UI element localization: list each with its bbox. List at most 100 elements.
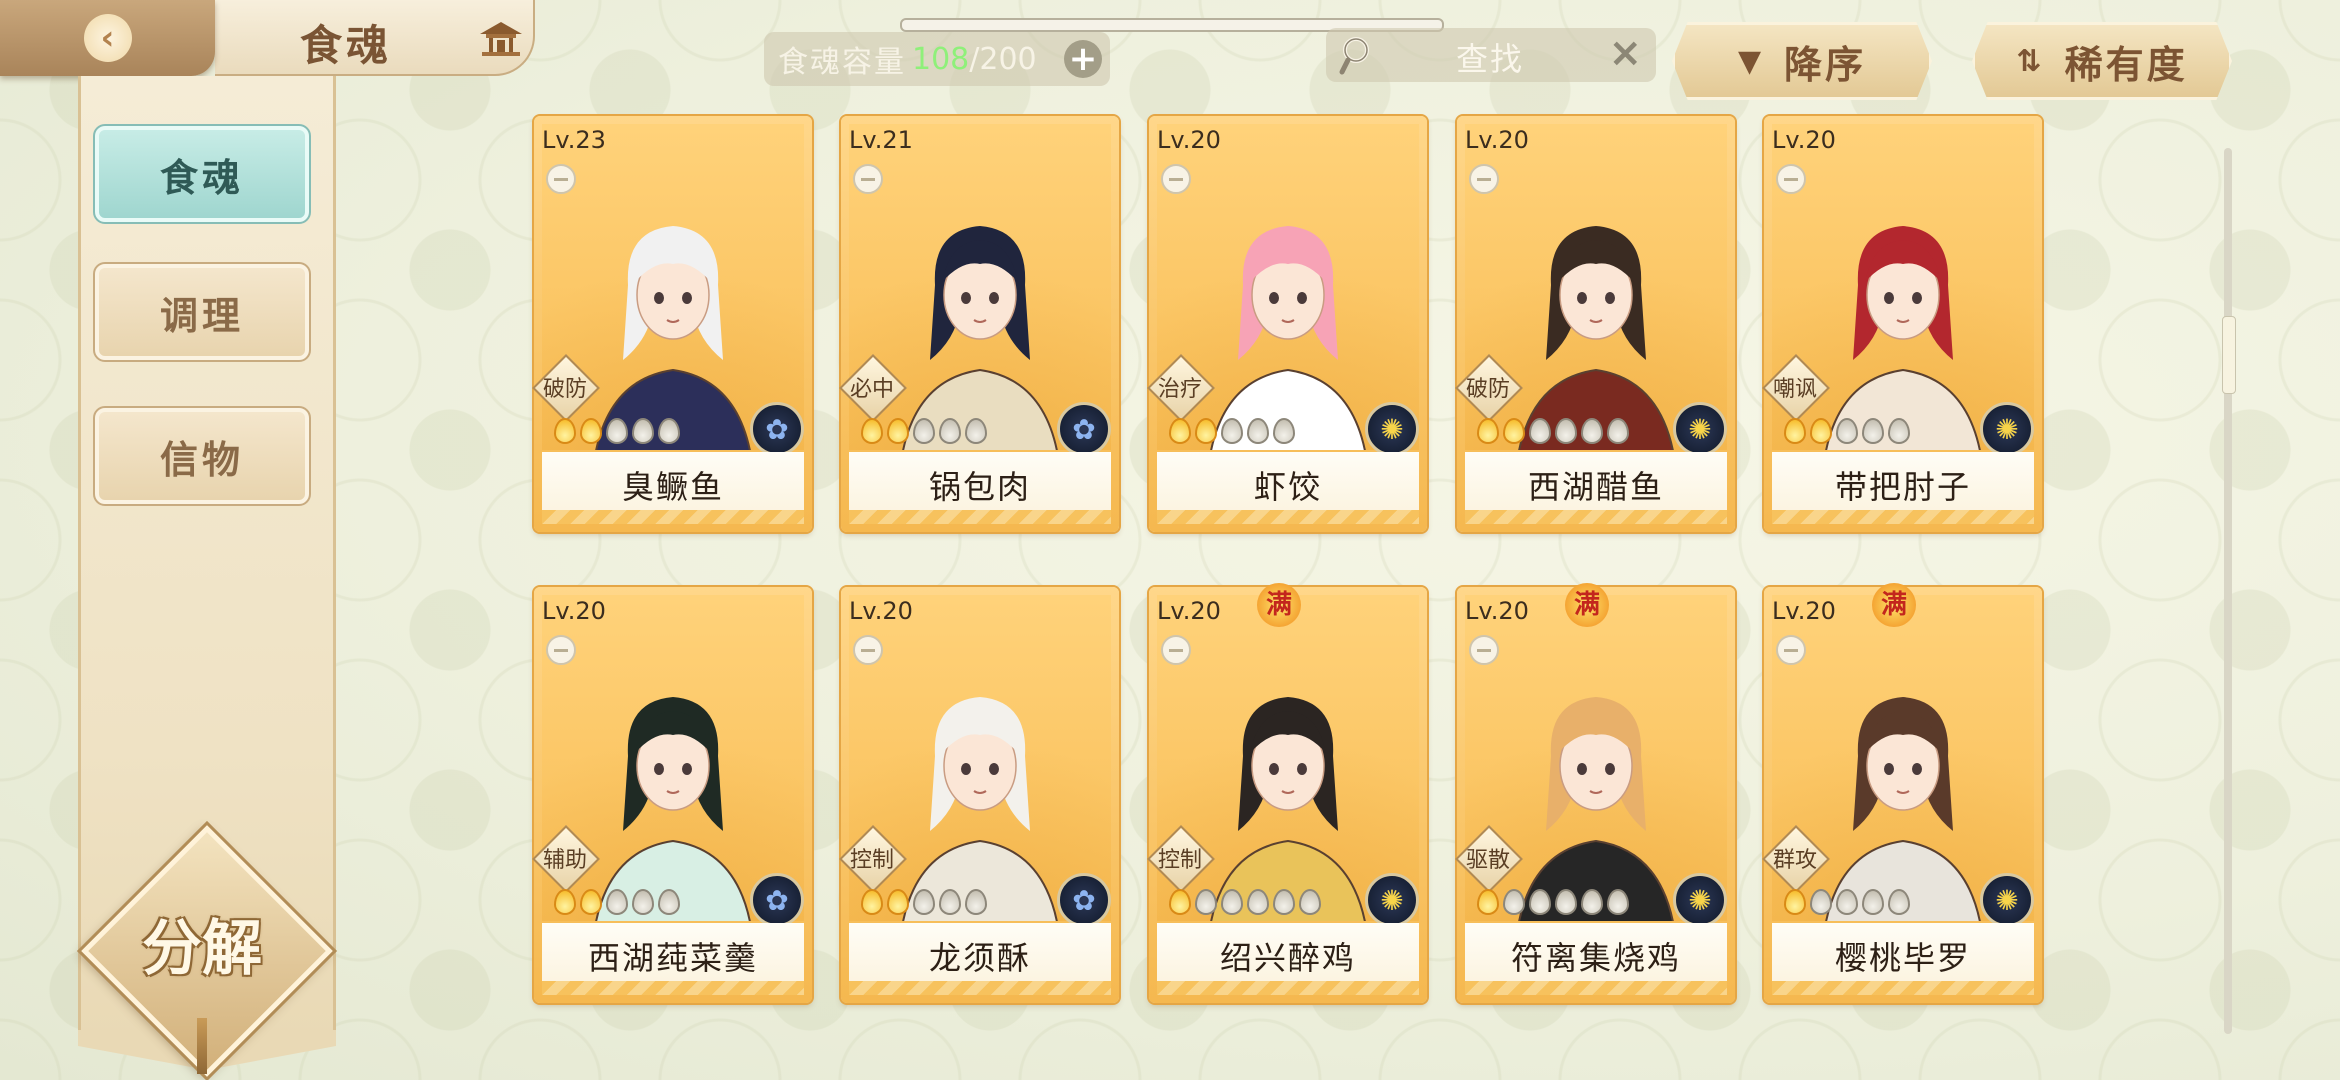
name-bar: 虾饺 [1157, 452, 1419, 524]
sidebar-item-label: 调理 [159, 292, 244, 338]
food-soul-name: 锅包肉 [928, 468, 1031, 506]
star-filled-icon [1784, 418, 1806, 444]
close-icon[interactable]: × [1608, 30, 1642, 76]
star-empty-icon [1529, 418, 1551, 444]
sort-order-label: 降序 [1784, 42, 1867, 87]
food-soul-card[interactable]: Lv.20 治疗 ✺ 虾饺 [1147, 116, 1427, 532]
food-soul-name: 带把肘子 [1834, 468, 1971, 506]
star-filled-icon [887, 418, 909, 444]
sidebar-item-conditioning[interactable]: 调理 [93, 262, 311, 362]
character-portrait [1210, 226, 1366, 450]
level-label: Lv.20 [1465, 597, 1529, 625]
star-filled-icon [1477, 418, 1499, 444]
sort-rarity-button[interactable]: ⇅ 稀有度 [1972, 22, 2232, 100]
sidebar-item-food-souls[interactable]: 食魂 [93, 124, 311, 224]
swap-arrows-icon: ⇅ [2016, 43, 2045, 79]
level-label: Lv.20 [1157, 126, 1221, 154]
search-input[interactable]: 查找 [1456, 34, 1524, 80]
star-rating [1477, 418, 1629, 446]
star-rating [861, 418, 987, 446]
role-label: 控制 [1157, 848, 1202, 873]
star-empty-icon [1836, 889, 1858, 915]
star-empty-icon [1273, 418, 1295, 444]
role-badge: 嘲讽 [1762, 354, 1830, 422]
role-badge: 治疗 [1147, 354, 1215, 422]
food-soul-card[interactable]: Lv.20 嘲讽 ✺ 带把肘子 [1762, 116, 2042, 532]
equipment-slot-icon [1776, 164, 1806, 194]
sort-rarity-label: 稀有度 [2064, 42, 2188, 87]
food-soul-card[interactable]: Lv.20 满 控制 ✺ 绍兴醉鸡 [1147, 583, 1427, 1003]
pavilion-icon[interactable] [478, 18, 524, 58]
back-button[interactable]: ‹ [0, 0, 215, 76]
food-soul-card[interactable]: Lv.20 满 驱散 ✺ 符离集烧鸡 [1455, 583, 1735, 1003]
level-label: Lv.23 [542, 126, 606, 154]
sun-element-icon: ✺ [1980, 402, 2034, 456]
role-label: 破防 [1465, 377, 1510, 402]
star-empty-icon [1195, 889, 1217, 915]
star-empty-icon [1581, 889, 1603, 915]
star-filled-icon [1503, 418, 1525, 444]
role-badge: 破防 [532, 354, 600, 422]
sun-element-icon: ✺ [1365, 873, 1419, 927]
character-portrait [1518, 226, 1674, 450]
add-capacity-button[interactable]: + [1064, 40, 1102, 78]
name-bar: 符离集烧鸡 [1465, 923, 1727, 995]
role-label: 控制 [849, 848, 894, 873]
triangle-down-icon: ▼ [1737, 43, 1765, 79]
role-label: 必中 [849, 377, 894, 402]
scrollbar-thumb[interactable] [2222, 316, 2236, 394]
food-soul-card[interactable]: Lv.20 满 群攻 ✺ 樱桃毕罗 [1762, 583, 2042, 1003]
search-icon [1339, 37, 1369, 75]
star-rating [554, 418, 680, 446]
star-empty-icon [1247, 418, 1269, 444]
food-soul-name: 樱桃毕罗 [1834, 939, 1971, 977]
role-label: 破防 [542, 377, 587, 402]
star-empty-icon [1299, 889, 1321, 915]
vertical-scrollbar[interactable] [2222, 148, 2236, 1034]
star-filled-icon [1169, 889, 1191, 915]
level-label: Lv.21 [849, 126, 913, 154]
star-rating [1169, 889, 1321, 917]
star-empty-icon [1555, 889, 1577, 915]
star-filled-icon [554, 418, 576, 444]
equipment-slot-icon [1469, 164, 1499, 194]
equipment-slot-icon [853, 635, 883, 665]
star-empty-icon [1503, 889, 1525, 915]
star-filled-icon [580, 889, 602, 915]
character-portrait [902, 697, 1058, 921]
star-empty-icon [1862, 418, 1884, 444]
capacity-separator: / [969, 41, 980, 77]
star-empty-icon [1888, 418, 1910, 444]
sort-order-button[interactable]: ▼ 降序 [1672, 22, 1932, 100]
level-label: Lv.20 [542, 597, 606, 625]
star-empty-icon [1221, 889, 1243, 915]
max-level-badge: 满 [1565, 583, 1609, 627]
food-soul-card[interactable]: Lv.21 必中 ✿ 锅包肉 [839, 116, 1119, 532]
star-empty-icon [1529, 889, 1551, 915]
star-empty-icon [1836, 418, 1858, 444]
character-portrait [1825, 226, 1981, 450]
star-empty-icon [1221, 418, 1243, 444]
max-level-badge: 满 [1257, 583, 1301, 627]
level-label: Lv.20 [849, 597, 913, 625]
equipment-slot-icon [1161, 635, 1191, 665]
role-label: 辅助 [542, 848, 587, 873]
name-bar: 带把肘子 [1772, 452, 2034, 524]
food-soul-card[interactable]: Lv.20 破防 ✺ 西湖醋鱼 [1455, 116, 1735, 532]
character-portrait [595, 697, 751, 921]
star-empty-icon [1862, 889, 1884, 915]
equipment-slot-icon [546, 164, 576, 194]
food-soul-card[interactable]: Lv.23 破防 ✿ 臭鳜鱼 [532, 116, 812, 532]
character-portrait [1210, 697, 1366, 921]
food-soul-card[interactable]: Lv.20 辅助 ✿ 西湖莼菜羹 [532, 587, 812, 1003]
flower-element-icon: ✿ [750, 873, 804, 927]
sidebar-item-tokens[interactable]: 信物 [93, 406, 311, 506]
level-label: Lv.20 [1772, 597, 1836, 625]
star-empty-icon [913, 889, 935, 915]
food-soul-card[interactable]: Lv.20 控制 ✿ 龙须酥 [839, 587, 1119, 1003]
decompose-label[interactable]: 分解 [118, 900, 286, 987]
role-badge: 必中 [839, 354, 907, 422]
search-box[interactable]: 查找 × [1326, 28, 1656, 82]
role-label: 群攻 [1772, 848, 1817, 873]
food-soul-name: 虾饺 [1253, 468, 1322, 506]
